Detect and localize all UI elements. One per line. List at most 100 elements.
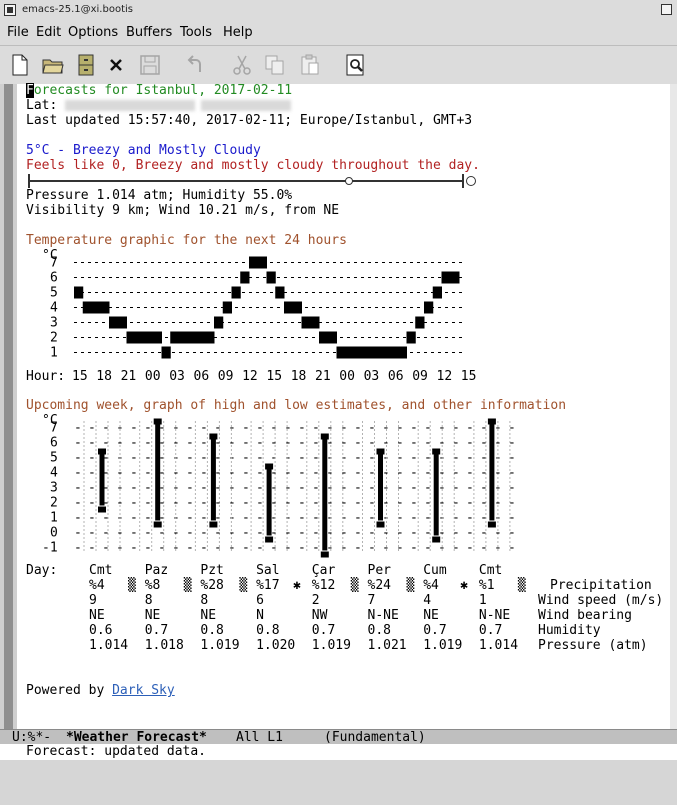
menu-edit[interactable]: Edit (36, 25, 61, 40)
grid-mark: - (382, 496, 390, 511)
grid-mark: - (74, 421, 82, 436)
precipitation-value: %28 (200, 578, 223, 593)
folder-icon[interactable] (41, 53, 65, 77)
grid-mark: - (88, 436, 96, 451)
modeline-buffer-name[interactable]: *Weather Forecast* (66, 730, 207, 745)
modeline-position: All L1 (236, 730, 283, 745)
grid-mark: - (340, 436, 348, 451)
grid-mark: - (144, 466, 152, 481)
menu-tools[interactable]: Tools (180, 25, 212, 40)
grid-mark: - (130, 436, 138, 451)
grid-mark: - (186, 436, 194, 451)
hour-tick-label: 12 (437, 369, 453, 384)
grid-mark: - (144, 421, 152, 436)
close-icon[interactable] (104, 53, 128, 77)
wind-speed-value: 9 (89, 593, 97, 608)
grid-mark: - (424, 481, 432, 496)
hour-tick-label: 09 (412, 369, 428, 384)
grid-mark: - (144, 496, 152, 511)
wind-bearing-value: NE (145, 608, 161, 623)
grid-mark: - (340, 541, 348, 556)
temperature-block (275, 286, 285, 299)
temperature-block (91, 301, 101, 314)
temperature-graph-heading: Temperature graphic for the next 24 hour… (26, 233, 347, 248)
grid-mark: - (102, 526, 110, 541)
grid-mark: - (284, 541, 292, 556)
grid-mark: - (466, 451, 474, 466)
grid-mark: - (242, 526, 250, 541)
high-marker (153, 418, 162, 425)
grid-mark: - (396, 526, 404, 541)
feels-like: Feels like 0, Breezy and mostly cloudy t… (26, 158, 480, 173)
current-summary: 5°C - Breezy and Mostly Cloudy (26, 143, 261, 158)
row-label: Wind speed (m/s) (538, 593, 663, 608)
grid-mark: - (410, 421, 418, 436)
grid-mark: - (74, 496, 82, 511)
grid-mark: - (144, 541, 152, 556)
grid-mark: - (228, 541, 236, 556)
search-icon[interactable] (344, 53, 368, 77)
grid-mark: - (242, 466, 250, 481)
temperature-block (196, 331, 206, 344)
grid-mark: - (424, 541, 432, 556)
low-marker (265, 536, 274, 543)
menu-help[interactable]: Help (223, 25, 253, 40)
grid-mark: - (200, 466, 208, 481)
cabinet-icon[interactable] (74, 53, 98, 77)
high-low-bar (99, 454, 105, 506)
grid-mark: - (284, 466, 292, 481)
wind-bearing-value: N (256, 608, 264, 623)
modeline-major-mode[interactable]: (Fundamental) (324, 730, 426, 745)
temperature-block (257, 256, 267, 269)
mode-line[interactable]: U:%*- *Weather Forecast* All L1 (Fundame… (0, 729, 677, 745)
grid-mark: - (480, 541, 488, 556)
y-tick-label: 1 (50, 511, 58, 526)
echo-area[interactable]: Forecast: updated data. (0, 744, 677, 760)
save-icon[interactable] (138, 53, 162, 77)
grid-mark: - (228, 436, 236, 451)
grid-mark: - (452, 511, 460, 526)
grid-mark: - (214, 421, 222, 436)
y-tick-label: 2 (50, 496, 58, 511)
menu-options[interactable]: Options (68, 25, 118, 40)
new-file-icon[interactable] (8, 53, 32, 77)
rain-icon: ▒ (351, 576, 359, 593)
y-tick-label: 4 (50, 466, 58, 481)
menu-buffers[interactable]: Buffers (126, 25, 172, 40)
window-menu-icon[interactable] (4, 4, 16, 16)
grid-mark: - (214, 526, 222, 541)
grid-mark: - (326, 421, 334, 436)
paste-icon[interactable] (298, 53, 322, 77)
maximize-button[interactable] (661, 4, 672, 15)
menu-file[interactable]: File (7, 25, 29, 40)
copy-icon[interactable] (263, 53, 287, 77)
y-tick-label: 7 (50, 256, 58, 271)
temperature-block (100, 301, 110, 314)
grid-mark: - (298, 466, 306, 481)
grid-mark: - (270, 436, 278, 451)
temperature-block (362, 346, 372, 359)
grid-mark: - (382, 526, 390, 541)
grid-mark: - (340, 526, 348, 541)
grid-mark: - (74, 511, 82, 526)
humidity-value: 0.7 (479, 623, 502, 638)
grid-mark: - (466, 481, 474, 496)
grid-mark: - (382, 466, 390, 481)
hour-tick-label: 15 (266, 369, 282, 384)
hour-tick-label: 21 (315, 369, 331, 384)
dark-sky-link[interactable]: Dark Sky (112, 683, 175, 698)
temperature-block (450, 271, 460, 284)
scroll-bar[interactable] (0, 84, 17, 729)
temperature-block (249, 256, 259, 269)
y-tick-label: 5 (50, 451, 58, 466)
hour-tick-label: 12 (242, 369, 258, 384)
scissors-icon[interactable] (230, 53, 254, 77)
high-low-bar (210, 439, 216, 521)
undo-icon[interactable] (184, 53, 208, 77)
forecast-heading: Forecasts for Istanbul, 2017-02-11 (26, 83, 293, 98)
grid-mark: - (284, 421, 292, 436)
grid-mark: - (242, 496, 250, 511)
hour-tick-label: 03 (169, 369, 185, 384)
y-tick-label: -1 (42, 541, 58, 556)
grid-mark: - (480, 466, 488, 481)
